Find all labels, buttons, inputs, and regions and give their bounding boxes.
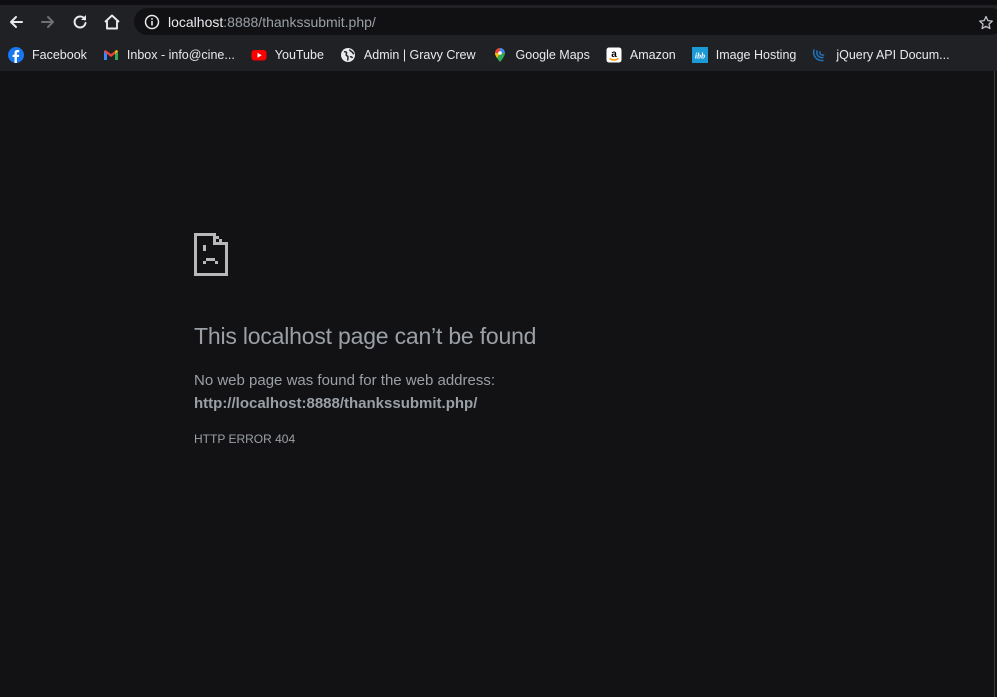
bookmark-youtube[interactable]: YouTube: [243, 42, 332, 68]
bookmark-amazon[interactable]: a Amazon: [598, 42, 684, 68]
bookmark-label: Amazon: [629, 47, 676, 62]
reload-button[interactable]: [64, 5, 96, 38]
error-code: HTTP ERROR 404: [194, 432, 296, 446]
bookmark-gmail[interactable]: Inbox - info@cine...: [95, 42, 243, 68]
error-title: This localhost page can’t be found: [194, 323, 537, 349]
star-icon[interactable]: [978, 15, 994, 31]
ibb-icon: ibb: [691, 46, 708, 63]
url-host: localhost: [168, 13, 224, 30]
sad-page-icon: [194, 233, 228, 276]
scrollbar[interactable]: [994, 71, 995, 697]
url-text[interactable]: localhost:8888/thankssubmit.php/: [168, 14, 376, 30]
bookmark-image-hosting[interactable]: ibb Image Hosting: [684, 42, 805, 68]
bookmark-label: Google Maps: [515, 47, 590, 62]
facebook-icon: [8, 46, 24, 63]
bookmark-label: Admin | Gravy Crew: [363, 47, 476, 62]
url-path: :8888/thankssubmit.php/: [223, 13, 376, 30]
address-bar[interactable]: localhost:8888/thankssubmit.php/: [134, 8, 997, 35]
bookmark-label: YouTube: [274, 47, 324, 62]
bookmark-label: Image Hosting: [715, 47, 797, 62]
error-content: This localhost page can’t be found No we…: [194, 233, 536, 446]
error-description: No web page was found for the web addres…: [194, 372, 496, 389]
youtube-icon: [251, 47, 267, 63]
forward-button[interactable]: [32, 5, 64, 38]
bookmark-facebook[interactable]: Facebook: [0, 42, 95, 68]
back-button[interactable]: [0, 5, 32, 38]
bookmark-label: Facebook: [32, 47, 87, 62]
bookmark-label: jQuery API Docum...: [836, 47, 950, 62]
gmail-icon: [103, 47, 119, 63]
arrow-left-icon: [10, 15, 23, 28]
maps-pin-icon: [492, 47, 508, 63]
bookmarks-bar: Facebook Inbox - info@cine... YouTube Ad…: [0, 38, 997, 71]
amazon-icon: a: [606, 47, 622, 63]
home-icon: [104, 14, 120, 29]
bookmark-jquery[interactable]: jQuery API Docum...: [804, 42, 957, 68]
browser-toolbar: localhost:8888/thankssubmit.php/: [0, 5, 997, 38]
svg-text:ibb: ibb: [695, 51, 705, 60]
svg-text:a: a: [611, 49, 617, 60]
arrow-right-icon: [41, 15, 54, 28]
home-button[interactable]: [96, 5, 128, 38]
reload-icon: [73, 14, 87, 28]
bookmark-admin-gravy-crew[interactable]: Admin | Gravy Crew: [332, 42, 484, 68]
bookmark-label: Inbox - info@cine...: [126, 47, 235, 62]
bookmark-google-maps[interactable]: Google Maps: [484, 42, 598, 68]
jquery-icon: [812, 47, 828, 63]
info-icon[interactable]: [144, 14, 160, 30]
globe-icon: [340, 47, 356, 63]
error-address: http://localhost:8888/thankssubmit.php/: [194, 395, 478, 412]
